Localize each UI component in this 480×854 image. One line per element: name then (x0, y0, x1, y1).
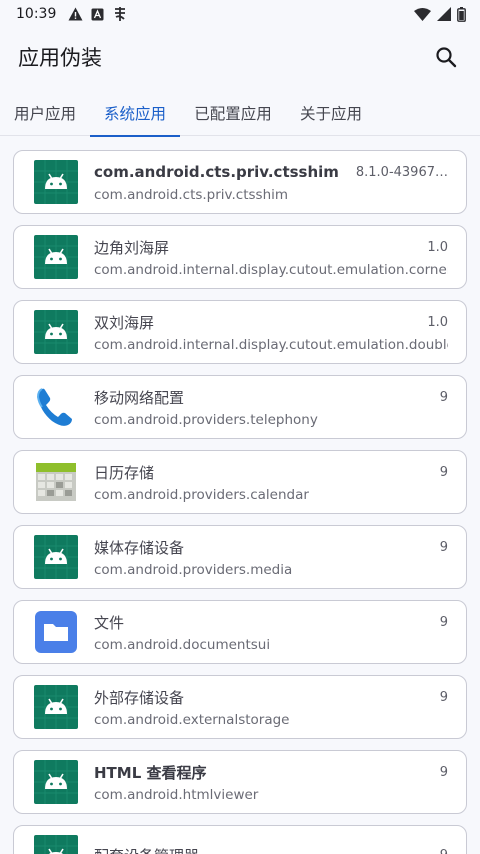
search-icon (436, 47, 457, 68)
app-name: 日历存储 (94, 463, 155, 482)
item-text: 媒体存储设备 9 com.android.providers.media (94, 536, 448, 579)
app-name: 边角刘海屏 (94, 238, 170, 257)
android-icon (34, 835, 78, 854)
tab-system-apps[interactable]: 系统应用 (90, 90, 180, 137)
app-version: 9 (439, 389, 448, 405)
app-name: 配套设备管理器 (94, 845, 430, 854)
list-item[interactable]: 双刘海屏 1.0 com.android.internal.display.cu… (13, 300, 467, 364)
app-version: 9 (439, 614, 448, 630)
item-text: HTML 查看程序 9 com.android.htmlviewer (94, 761, 448, 804)
alert-icon (68, 7, 83, 21)
list-item[interactable]: HTML 查看程序 9 com.android.htmlviewer (13, 750, 467, 814)
page-title: 应用伪装 (18, 46, 102, 70)
item-text: 移动网络配置 9 com.android.providers.telephony (94, 386, 448, 429)
app-name: 媒体存储设备 (94, 538, 185, 557)
tab-about-app[interactable]: 关于应用 (286, 90, 376, 136)
item-text: com.android.cts.priv.ctsshim 8.1.0-43967… (94, 161, 448, 203)
app-version: 9 (439, 464, 448, 480)
list-item[interactable]: 文件 9 com.android.documentsui (13, 600, 467, 664)
status-right (414, 6, 466, 22)
battery-icon (457, 6, 466, 22)
package-name: com.android.providers.telephony (94, 412, 318, 428)
item-text: 日历存储 9 com.android.providers.calendar (94, 461, 448, 504)
tab-user-apps[interactable]: 用户应用 (0, 90, 90, 136)
list-item[interactable]: 外部存储设备 9 com.android.externalstorage (13, 675, 467, 739)
app-name: 移动网络配置 (94, 388, 185, 407)
item-header: 配套设备管理器 9 (94, 844, 448, 854)
android-icon (34, 760, 78, 804)
list-item[interactable]: com.android.cts.priv.ctsshim 8.1.0-43967… (13, 150, 467, 214)
app-version: 8.1.0-43967… (355, 164, 448, 180)
item-text: 文件 9 com.android.documentsui (94, 611, 448, 654)
item-header: 移动网络配置 9 (94, 386, 448, 408)
package-name: com.android.documentsui (94, 637, 271, 653)
item-header: 日历存储 9 (94, 461, 448, 483)
item-header: 边角刘海屏 1.0 (94, 236, 448, 258)
package-name: com.android.internal.display.cutout.emul… (94, 337, 448, 353)
calendar-icon (34, 460, 78, 504)
app-name: 外部存储设备 (94, 688, 185, 707)
signal-icon (437, 7, 451, 21)
android-icon (34, 535, 78, 579)
android-icon (34, 160, 78, 204)
package-name: com.android.providers.calendar (94, 487, 309, 503)
android-icon (34, 310, 78, 354)
list-item[interactable]: 配套设备管理器 9 (13, 825, 467, 854)
item-header: com.android.cts.priv.ctsshim 8.1.0-43967… (94, 161, 448, 183)
notification-glyph-icon (112, 6, 128, 22)
status-time: 10:39 (16, 6, 57, 22)
item-text: 双刘海屏 1.0 com.android.internal.display.cu… (94, 311, 448, 354)
item-header: 媒体存储设备 9 (94, 536, 448, 558)
app-name: com.android.cts.priv.ctsshim (94, 163, 339, 181)
list-item[interactable]: 媒体存储设备 9 com.android.providers.media (13, 525, 467, 589)
app-name: HTML 查看程序 (94, 763, 207, 782)
status-bar: 10:39 (0, 0, 480, 28)
android-icon (34, 685, 78, 729)
android-icon (34, 235, 78, 279)
app-version: 9 (439, 689, 448, 705)
app-version: 1.0 (427, 314, 448, 330)
folder-icon (34, 610, 78, 654)
list-item[interactable]: 日历存储 9 com.android.providers.calendar (13, 450, 467, 514)
search-button[interactable] (430, 41, 462, 73)
app-name: 文件 (94, 613, 125, 632)
app-version: 1.0 (427, 239, 448, 255)
package-name: com.android.htmlviewer (94, 787, 259, 803)
item-header: 双刘海屏 1.0 (94, 311, 448, 333)
app-version: 9 (439, 764, 448, 780)
wifi-icon (414, 7, 431, 21)
package-name: com.android.externalstorage (94, 712, 290, 728)
app-name: 双刘海屏 (94, 313, 155, 332)
notification-a-icon (91, 8, 104, 21)
item-text: 外部存储设备 9 com.android.externalstorage (94, 686, 448, 729)
tab-bar: 用户应用 系统应用 已配置应用 关于应用 (0, 90, 480, 137)
status-left: 10:39 (16, 6, 128, 22)
app-list[interactable]: com.android.cts.priv.ctsshim 8.1.0-43967… (0, 138, 480, 854)
app-bar: 应用伪装 (0, 28, 480, 86)
package-name: com.android.internal.display.cutout.emul… (94, 262, 448, 278)
tab-configured-apps[interactable]: 已配置应用 (180, 90, 286, 136)
item-text: 边角刘海屏 1.0 com.android.internal.display.c… (94, 236, 448, 279)
list-item[interactable]: 边角刘海屏 1.0 com.android.internal.display.c… (13, 225, 467, 289)
item-header: 外部存储设备 9 (94, 686, 448, 708)
item-header: 文件 9 (94, 611, 448, 633)
app-version: 9 (439, 539, 448, 555)
item-header: HTML 查看程序 9 (94, 761, 448, 783)
list-item[interactable]: 移动网络配置 9 com.android.providers.telephony (13, 375, 467, 439)
phone-icon (34, 385, 78, 429)
item-text: 配套设备管理器 9 (94, 844, 448, 854)
app-version: 9 (440, 848, 448, 854)
package-name: com.android.providers.media (94, 562, 293, 578)
package-name: com.android.cts.priv.ctsshim (94, 187, 289, 203)
